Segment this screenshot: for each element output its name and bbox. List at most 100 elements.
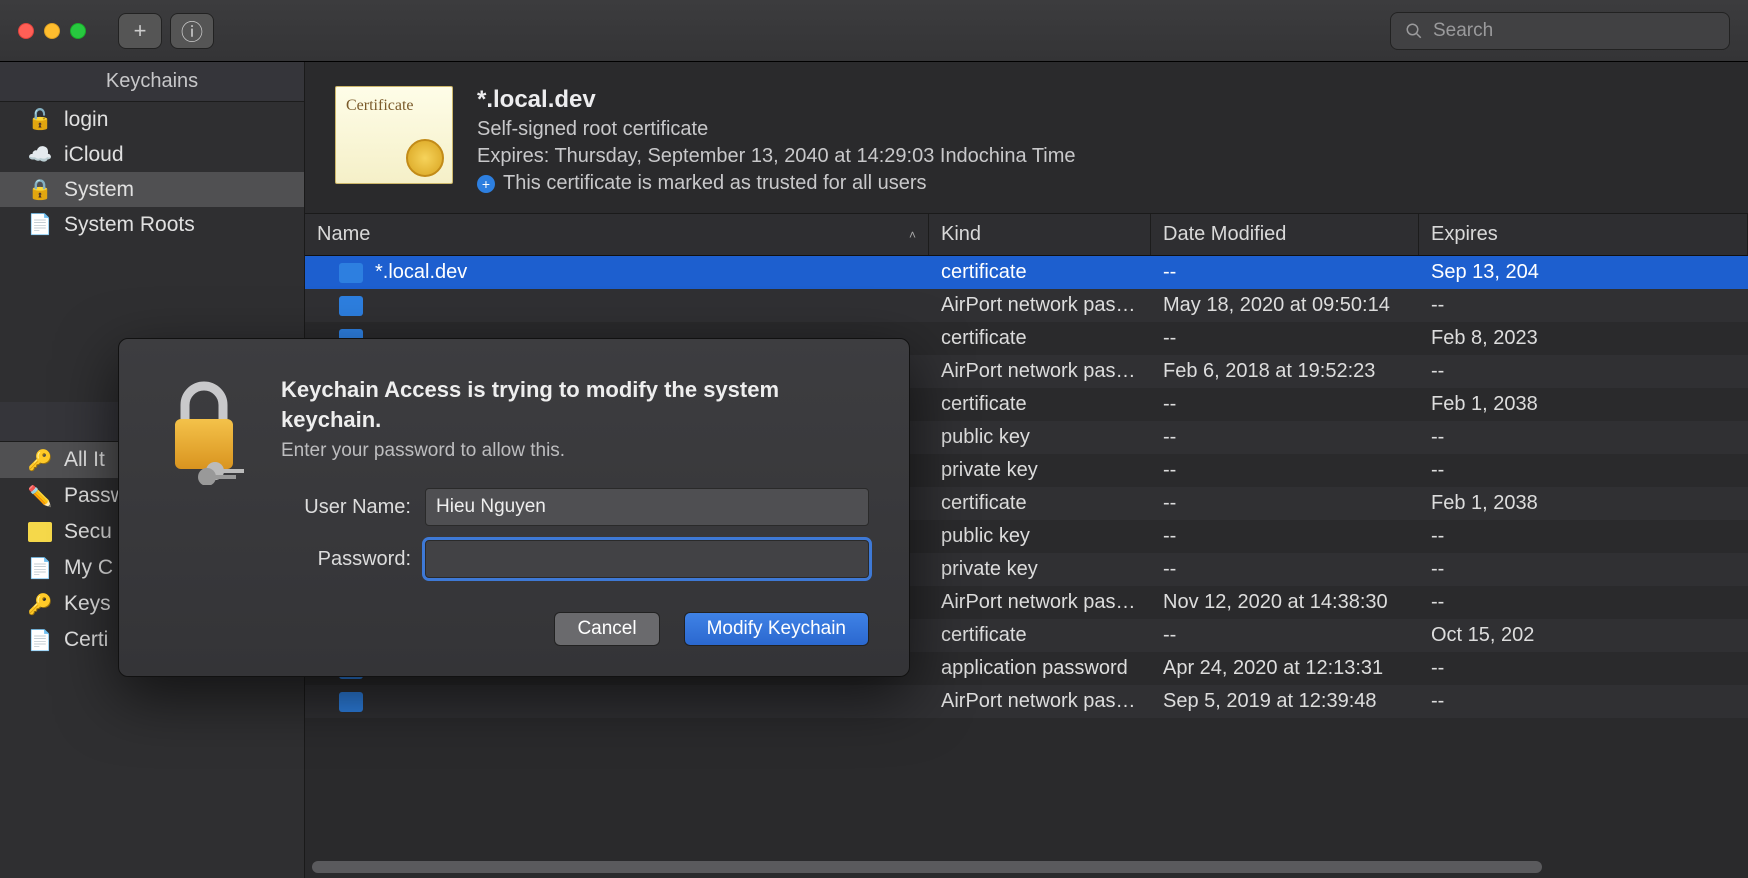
cell-expires: --: [1419, 657, 1748, 680]
certificate-thumbnail-icon: Certificate: [335, 86, 453, 184]
sidebar-header-keychains: Keychains: [0, 62, 304, 102]
search-icon: [1405, 22, 1423, 40]
dialog-subtitle: Enter your password to allow this.: [281, 440, 869, 462]
keychain-login[interactable]: 🔓 login: [0, 102, 304, 137]
search-placeholder: Search: [1433, 20, 1493, 42]
cell-date: Sep 5, 2019 at 12:39:48: [1151, 690, 1419, 713]
key-icon: 🔑: [28, 592, 52, 616]
toolbar: + ⓘ Search: [0, 0, 1748, 62]
unlock-icon: 🔓: [28, 108, 52, 132]
cell-kind: certificate: [929, 492, 1151, 515]
close-window-button[interactable]: [18, 23, 34, 39]
category-label: Secu: [64, 520, 112, 544]
cell-kind: certificate: [929, 624, 1151, 647]
cell-expires: Feb 1, 2038: [1419, 393, 1748, 416]
keychain-system-roots[interactable]: 📄 System Roots: [0, 207, 304, 242]
add-button[interactable]: +: [118, 13, 162, 49]
row-icon: [339, 296, 363, 316]
cell-date: --: [1151, 492, 1419, 515]
sidebar-item-label: System: [64, 178, 134, 202]
info-icon: ⓘ: [181, 15, 203, 47]
cell-kind: application password: [929, 657, 1151, 680]
cell-kind: certificate: [929, 261, 1151, 284]
certificate-icon: 📄: [28, 628, 52, 652]
col-expires[interactable]: Expires: [1419, 214, 1748, 255]
auth-dialog: Keychain Access is trying to modify the …: [118, 338, 910, 677]
pencil-icon: ✏️: [28, 484, 52, 508]
table-header: Name ˄ Kind Date Modified Expires: [305, 214, 1748, 256]
username-input[interactable]: [425, 488, 869, 526]
certificate-icon: 📄: [28, 556, 52, 580]
note-icon: [28, 522, 52, 542]
cell-expires: --: [1419, 525, 1748, 548]
cloud-icon: ☁️: [28, 143, 52, 167]
category-label: Passw: [64, 484, 126, 508]
cell-date: Nov 12, 2020 at 14:38:30: [1151, 591, 1419, 614]
row-icon: [339, 263, 363, 283]
cell-date: --: [1151, 261, 1419, 284]
table-row[interactable]: AirPort network pass...May 18, 2020 at 0…: [305, 289, 1748, 322]
category-label: Keys: [64, 592, 111, 616]
keychain-system[interactable]: 🔒 System: [0, 172, 304, 207]
password-label: Password:: [281, 548, 411, 571]
table-row[interactable]: *.local.dev certificate--Sep 13, 204: [305, 256, 1748, 289]
lock-keys-icon: [159, 375, 249, 485]
detail-trust: This certificate is marked as trusted fo…: [503, 172, 926, 195]
col-kind[interactable]: Kind: [929, 214, 1151, 255]
cell-kind: private key: [929, 459, 1151, 482]
cell-date: Feb 6, 2018 at 19:52:23: [1151, 360, 1419, 383]
search-field[interactable]: Search: [1390, 12, 1730, 50]
cell-kind: certificate: [929, 327, 1151, 350]
cell-expires: --: [1419, 294, 1748, 317]
cell-expires: Sep 13, 204: [1419, 261, 1748, 284]
detail-expires: Expires: Thursday, September 13, 2040 at…: [477, 145, 1076, 168]
detail-title: *.local.dev: [477, 86, 1076, 114]
cell-date: --: [1151, 393, 1419, 416]
cell-kind: public key: [929, 525, 1151, 548]
col-name[interactable]: Name ˄: [305, 214, 929, 255]
cell-expires: Feb 1, 2038: [1419, 492, 1748, 515]
cell-expires: --: [1419, 558, 1748, 581]
cell-kind: certificate: [929, 393, 1151, 416]
cell-date: Apr 24, 2020 at 12:13:31: [1151, 657, 1419, 680]
col-date-modified[interactable]: Date Modified: [1151, 214, 1419, 255]
modify-keychain-button[interactable]: Modify Keychain: [684, 612, 869, 646]
cell-kind: AirPort network pass...: [929, 360, 1151, 383]
lock-icon: 🔒: [28, 178, 52, 202]
trust-plus-icon: +: [477, 175, 495, 193]
horizontal-scrollbar[interactable]: [306, 858, 1736, 876]
certificate-detail: Certificate *.local.dev Self-signed root…: [305, 62, 1748, 214]
cell-expires: --: [1419, 591, 1748, 614]
keys-icon: 🔑: [28, 448, 52, 472]
keychain-icloud[interactable]: ☁️ iCloud: [0, 137, 304, 172]
category-label: My C: [64, 556, 113, 580]
detail-kind: Self-signed root certificate: [477, 118, 1076, 141]
password-input[interactable]: [425, 540, 869, 578]
certificate-icon: 📄: [28, 213, 52, 237]
info-button[interactable]: ⓘ: [170, 13, 214, 49]
cell-date: --: [1151, 558, 1419, 581]
scrollbar-thumb[interactable]: [312, 861, 1542, 873]
cell-date: --: [1151, 624, 1419, 647]
cell-kind: private key: [929, 558, 1151, 581]
row-icon: [339, 692, 363, 712]
cell-date: May 18, 2020 at 09:50:14: [1151, 294, 1419, 317]
username-label: User Name:: [281, 496, 411, 519]
cell-name: *.local.dev: [375, 261, 467, 284]
zoom-window-button[interactable]: [70, 23, 86, 39]
dialog-title: Keychain Access is trying to modify the …: [281, 375, 869, 434]
cell-date: --: [1151, 327, 1419, 350]
sidebar-item-label: System Roots: [64, 213, 195, 237]
cell-date: --: [1151, 426, 1419, 449]
cell-kind: AirPort network pass...: [929, 690, 1151, 713]
cell-expires: --: [1419, 690, 1748, 713]
cell-expires: --: [1419, 459, 1748, 482]
minimize-window-button[interactable]: [44, 23, 60, 39]
cell-kind: AirPort network pass...: [929, 294, 1151, 317]
sort-asc-icon: ˄: [909, 228, 916, 242]
cell-expires: Oct 15, 202: [1419, 624, 1748, 647]
cell-kind: AirPort network pass...: [929, 591, 1151, 614]
cancel-button[interactable]: Cancel: [554, 612, 659, 646]
table-row[interactable]: AirPort network pass...Sep 5, 2019 at 12…: [305, 685, 1748, 718]
cell-expires: Feb 8, 2023: [1419, 327, 1748, 350]
